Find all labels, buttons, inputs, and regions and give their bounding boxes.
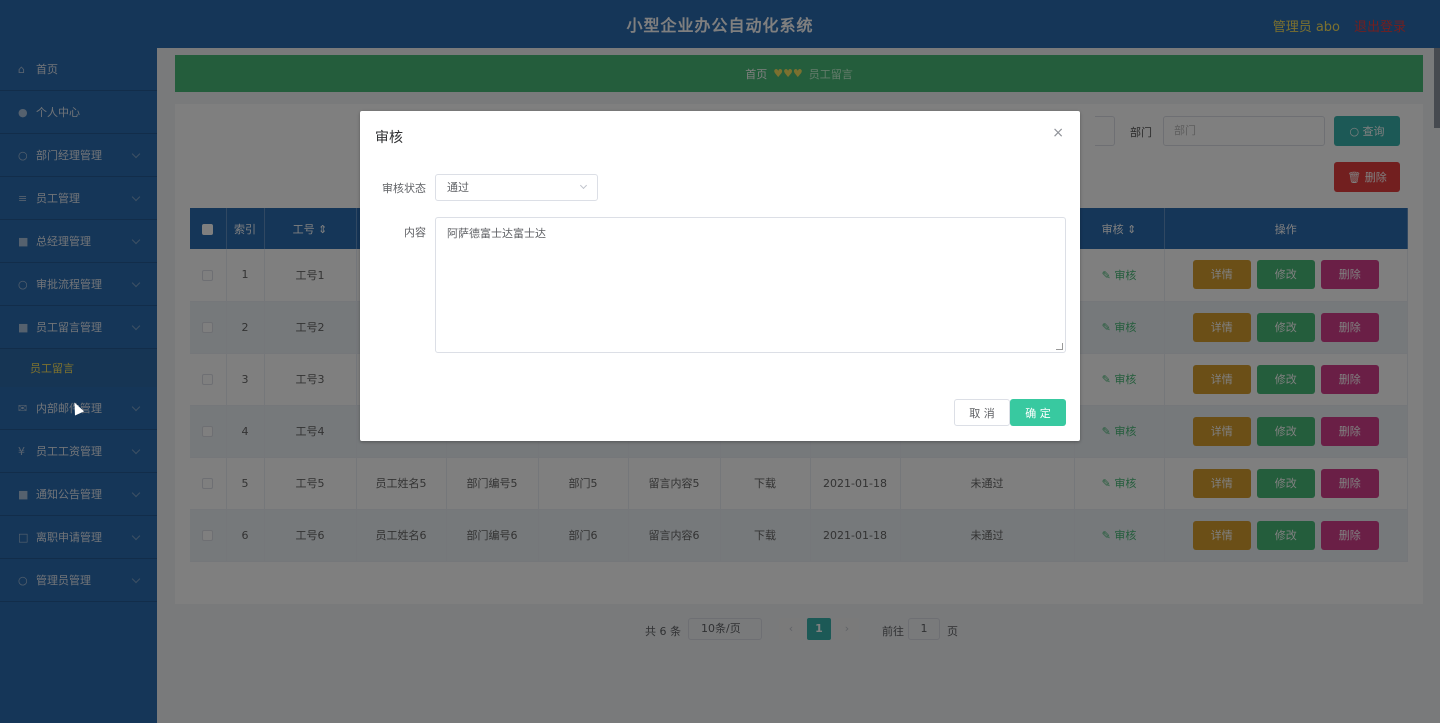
content-textarea[interactable]: 阿萨德富士达富士达 [435, 217, 1066, 353]
audit-status-select[interactable]: 通过 [435, 174, 598, 201]
resize-handle-icon[interactable] [1056, 343, 1063, 350]
audit-status-value: 通过 [447, 181, 469, 194]
chevron-down-icon [579, 181, 588, 190]
confirm-button[interactable]: 确 定 [1010, 399, 1066, 426]
audit-dialog: 审核 × 审核状态 通过 内容 阿萨德富士达富士达 取 消 确 定 [360, 111, 1080, 441]
dialog-title: 审核 [375, 130, 403, 146]
close-icon[interactable]: × [1052, 125, 1064, 141]
audit-status-label: 审核状态 [382, 182, 426, 195]
content-value: 阿萨德富士达富士达 [447, 227, 546, 240]
cancel-button[interactable]: 取 消 [954, 399, 1010, 426]
content-label: 内容 [404, 226, 426, 239]
